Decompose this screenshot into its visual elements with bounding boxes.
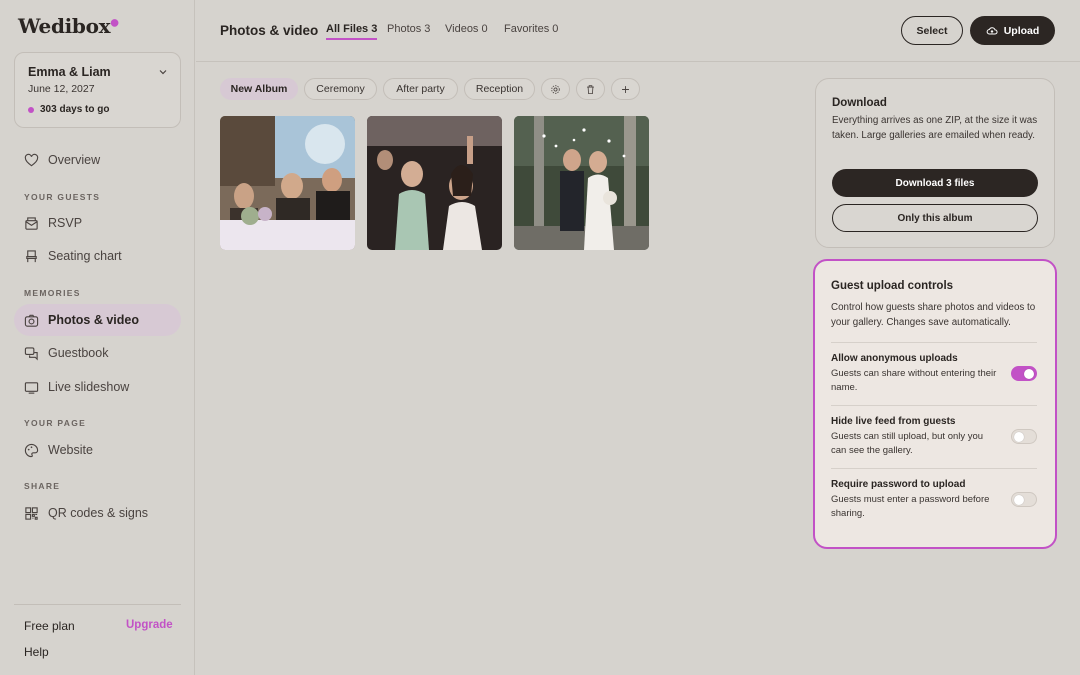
top-header: Photos & video All Files 3 Photos 3 Vide… [196,0,1080,62]
guest-controls-description: Control how guests share photos and vide… [831,302,1036,328]
setting-description: Guests must enter a password before shar… [831,494,990,519]
upgrade-link[interactable]: Upgrade [126,619,173,631]
tab-photos[interactable]: Photos 3 [387,23,430,35]
toggle-knob [1014,431,1024,442]
tab-favorites[interactable]: Favorites 0 [504,23,558,35]
setting-description: Guests can share without entering their … [831,368,997,393]
trash-icon [587,84,594,94]
sidebar-item-label: RSVP [48,216,83,230]
plus-icon [622,85,629,93]
event-switcher[interactable]: Emma & Liam June 12, 2027 303 days to go [14,52,181,128]
photo-thumbnail[interactable] [514,116,649,250]
sidebar: Wedibox● Emma & Liam June 12, 2027 303 d… [0,0,195,675]
album-chip-after-party[interactable]: After party [383,78,458,100]
camera-icon [24,314,39,327]
photo-thumbnail[interactable] [367,116,502,250]
require-password-toggle[interactable] [1011,492,1037,507]
section-label-share: SHARE [24,481,61,491]
setting-title: Allow anonymous uploads [831,353,958,364]
sidebar-item-label: Live slideshow [48,380,130,394]
sidebar-item-rsvp[interactable]: RSVP [14,207,181,239]
setting-title: Hide live feed from guests [831,416,956,427]
gear-icon [551,84,560,94]
sidebar-item-label: Guestbook [48,346,109,360]
sidebar-item-overview[interactable]: Overview [14,144,181,176]
sidebar-item-qr[interactable]: QR codes & signs [14,497,181,529]
app-logo[interactable]: Wedibox● [18,14,119,38]
chevron-down-icon [159,70,167,75]
plan-label: Free plan [24,619,75,633]
album-add-button[interactable] [611,78,640,100]
guest-controls-title: Guest upload controls [831,280,954,292]
setting-description: Guests can still upload, but only you ca… [831,431,984,456]
download-title: Download [832,97,887,109]
chat-bubbles-icon [24,346,38,360]
guest-upload-controls-panel: Guest upload controls Control how guests… [813,259,1057,549]
sidebar-item-label: Website [48,443,93,457]
sidebar-item-label: QR codes & signs [48,506,149,520]
help-link[interactable]: Help [24,645,49,659]
tab-videos[interactable]: Videos 0 [445,23,488,35]
section-label-memories: MEMORIES [24,288,81,298]
setting-divider [831,468,1037,469]
setting-title: Require password to upload [831,479,966,490]
toggle-knob [1014,494,1024,505]
cloud-upload-icon [986,26,998,34]
album-chip-reception[interactable]: Reception [464,78,535,100]
download-description: Everything arrives as one ZIP, at the si… [832,115,1038,141]
page-title: Photos & video [220,23,319,38]
sidebar-item-photos[interactable]: Photos & video [14,304,181,336]
tab-all-files[interactable]: All Files 3 [326,23,378,40]
palette-icon [24,443,39,457]
sidebar-item-website[interactable]: Website [14,434,181,466]
section-label-guests: YOUR GUESTS [24,192,101,202]
setting-divider [831,405,1037,406]
heart-icon [24,153,39,166]
select-button[interactable]: Select [901,16,963,45]
anonymous-uploads-toggle[interactable] [1011,366,1037,381]
chair-icon [26,249,37,262]
download-album-button[interactable]: Only this album [832,204,1038,232]
sidebar-item-label: Photos & video [48,313,139,327]
photo-thumbnail[interactable] [220,116,355,250]
new-album-button[interactable]: New Album [220,78,298,100]
countdown-dot-icon [28,106,34,113]
event-name: Emma & Liam [28,65,111,79]
envelope-icon [25,216,38,230]
sidebar-item-guestbook[interactable]: Guestbook [14,337,181,369]
confetti-exit-photo [514,116,649,250]
sidebar-item-label: Overview [48,153,101,167]
upload-button[interactable]: Upload [970,16,1055,45]
album-delete-button[interactable] [576,78,605,100]
album-settings-button[interactable] [541,78,570,100]
sidebar-item-label: Seating chart [48,249,122,263]
dancing-photo [367,116,502,250]
sidebar-item-slideshow[interactable]: Live slideshow [14,371,181,403]
event-countdown: 303 days to go [28,104,109,115]
hide-live-feed-toggle[interactable] [1011,429,1037,444]
download-all-button[interactable]: Download 3 files [832,169,1038,197]
download-panel: Download Everything arrives as one ZIP, … [815,78,1055,248]
toggle-knob [1024,368,1034,379]
qr-code-icon [25,506,38,520]
section-label-page: YOUR PAGE [24,418,87,428]
sidebar-divider [14,604,181,605]
event-date: June 12, 2027 [28,83,95,95]
reception-table-photo [220,116,355,250]
setting-divider [831,342,1037,343]
monitor-icon [24,381,39,394]
album-chip-ceremony[interactable]: Ceremony [304,78,377,100]
sidebar-item-seating[interactable]: Seating chart [14,240,181,272]
